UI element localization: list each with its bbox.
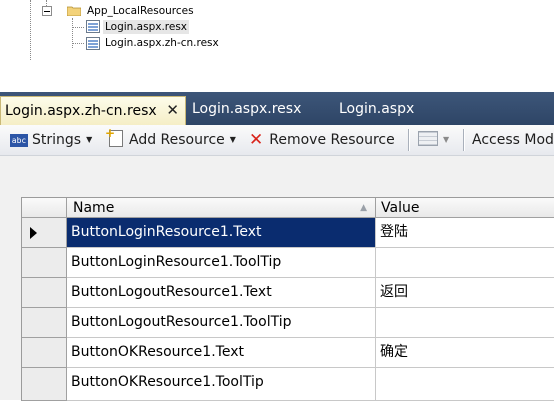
resource-toolbar: abc Strings ▼ Add Resource ▼ ✕ Remove Resour…: [0, 123, 554, 156]
table-row[interactable]: ButtonOKResource1.Text 确定: [22, 338, 554, 368]
close-tab-icon[interactable]: ✕: [165, 97, 181, 124]
tree-file-login-zh-cn-resx[interactable]: Login.aspx.zh-cn.resx: [105, 36, 219, 50]
table-row[interactable]: ButtonOKResource1.ToolTip: [22, 368, 554, 401]
resx-file-icon: [86, 20, 100, 33]
tab-label: Login.aspx.resx: [192, 101, 302, 117]
access-modifier-label: Access Modi: [472, 132, 554, 148]
value-cell[interactable]: 确定: [376, 338, 554, 368]
strings-dropdown-button[interactable]: abc Strings ▼: [10, 130, 92, 150]
name-cell[interactable]: ButtonLoginResource1.ToolTip: [67, 248, 376, 278]
column-header-value[interactable]: Value: [376, 198, 554, 218]
sort-ascending-icon: ▲: [360, 203, 367, 213]
table-row[interactable]: ButtonLogoutResource1.Text 返回: [22, 278, 554, 308]
row-header[interactable]: [22, 218, 67, 248]
column-header-value-label: Value: [381, 200, 420, 216]
views-dropdown-button[interactable]: ▼: [418, 130, 449, 150]
value-cell[interactable]: 返回: [376, 278, 554, 308]
name-cell[interactable]: ButtonLogoutResource1.Text: [67, 278, 376, 308]
row-header[interactable]: [22, 338, 67, 368]
column-header-name[interactable]: Name ▲: [67, 198, 376, 218]
value-cell[interactable]: [376, 368, 554, 401]
row-header[interactable]: [22, 368, 67, 401]
tree-guide-line: [72, 27, 84, 28]
tab-label: Login.aspx: [339, 101, 415, 117]
name-cell[interactable]: ButtonOKResource1.ToolTip: [67, 368, 376, 401]
tab-label: Login.aspx.zh-cn.resx: [5, 103, 157, 119]
tree-guide-line: [30, 0, 31, 60]
toolbar-separator: [408, 129, 410, 151]
row-header[interactable]: [22, 278, 67, 308]
value-cell[interactable]: [376, 248, 554, 278]
tree-folder-label[interactable]: App_LocalResources: [87, 4, 194, 18]
current-row-arrow-icon: [30, 227, 37, 239]
resx-file-icon: [86, 37, 100, 50]
dropdown-arrow-icon: ▼: [86, 135, 93, 144]
row-header[interactable]: [22, 308, 67, 338]
name-cell[interactable]: ButtonLoginResource1.Text: [67, 218, 376, 248]
value-cell[interactable]: [376, 308, 554, 338]
access-modifier-dropdown[interactable]: Access Modi: [472, 130, 554, 150]
name-cell[interactable]: ButtonOKResource1.Text: [67, 338, 376, 368]
remove-resource-button[interactable]: ✕ Remove Resource: [249, 130, 395, 150]
tab-login-aspx[interactable]: Login.aspx: [339, 96, 414, 125]
dropdown-arrow-icon: ▼: [229, 135, 236, 144]
delete-icon: ✕: [249, 130, 264, 150]
solution-explorer-tree: App_LocalResources Login.aspx.resx Login…: [0, 0, 554, 60]
folder-icon: [67, 6, 81, 16]
row-header[interactable]: [22, 248, 67, 278]
value-cell[interactable]: 登陆: [376, 218, 554, 248]
tab-login-resx[interactable]: Login.aspx.resx: [192, 96, 301, 125]
document-tab-strip: Login.aspx.zh-cn.resx ✕ Login.aspx.resx L…: [0, 92, 554, 125]
name-cell[interactable]: ButtonLogoutResource1.ToolTip: [67, 308, 376, 338]
add-resource-label: Add Resource: [129, 132, 225, 148]
toolbar-separator: [463, 129, 465, 151]
add-file-icon: [105, 123, 123, 147]
table-row[interactable]: ButtonLoginResource1.Text 登陆: [22, 218, 554, 248]
grid-view-icon: [418, 131, 438, 146]
resource-grid: Name ▲ Value ButtonLoginResource1.Text 登…: [21, 197, 554, 401]
tree-guide-line: [72, 43, 84, 44]
row-header-corner: [22, 198, 67, 218]
dropdown-arrow-icon: ▼: [443, 135, 450, 144]
tab-login-zh-cn-resx[interactable]: Login.aspx.zh-cn.resx ✕: [0, 96, 186, 125]
table-row[interactable]: ButtonLogoutResource1.ToolTip: [22, 308, 554, 338]
add-resource-button[interactable]: Add Resource ▼: [105, 123, 236, 150]
table-row[interactable]: ButtonLoginResource1.ToolTip: [22, 248, 554, 278]
column-header-name-label: Name: [73, 200, 115, 216]
collapse-expander-icon[interactable]: [42, 6, 52, 16]
resource-editor: Login.aspx.zh-cn.resx ✕ Login.aspx.resx L…: [0, 92, 554, 401]
strings-label: Strings: [32, 132, 82, 148]
strings-icon: abc: [10, 134, 28, 147]
remove-resource-label: Remove Resource: [269, 132, 395, 148]
tree-file-login-resx[interactable]: Login.aspx.resx: [103, 20, 190, 34]
